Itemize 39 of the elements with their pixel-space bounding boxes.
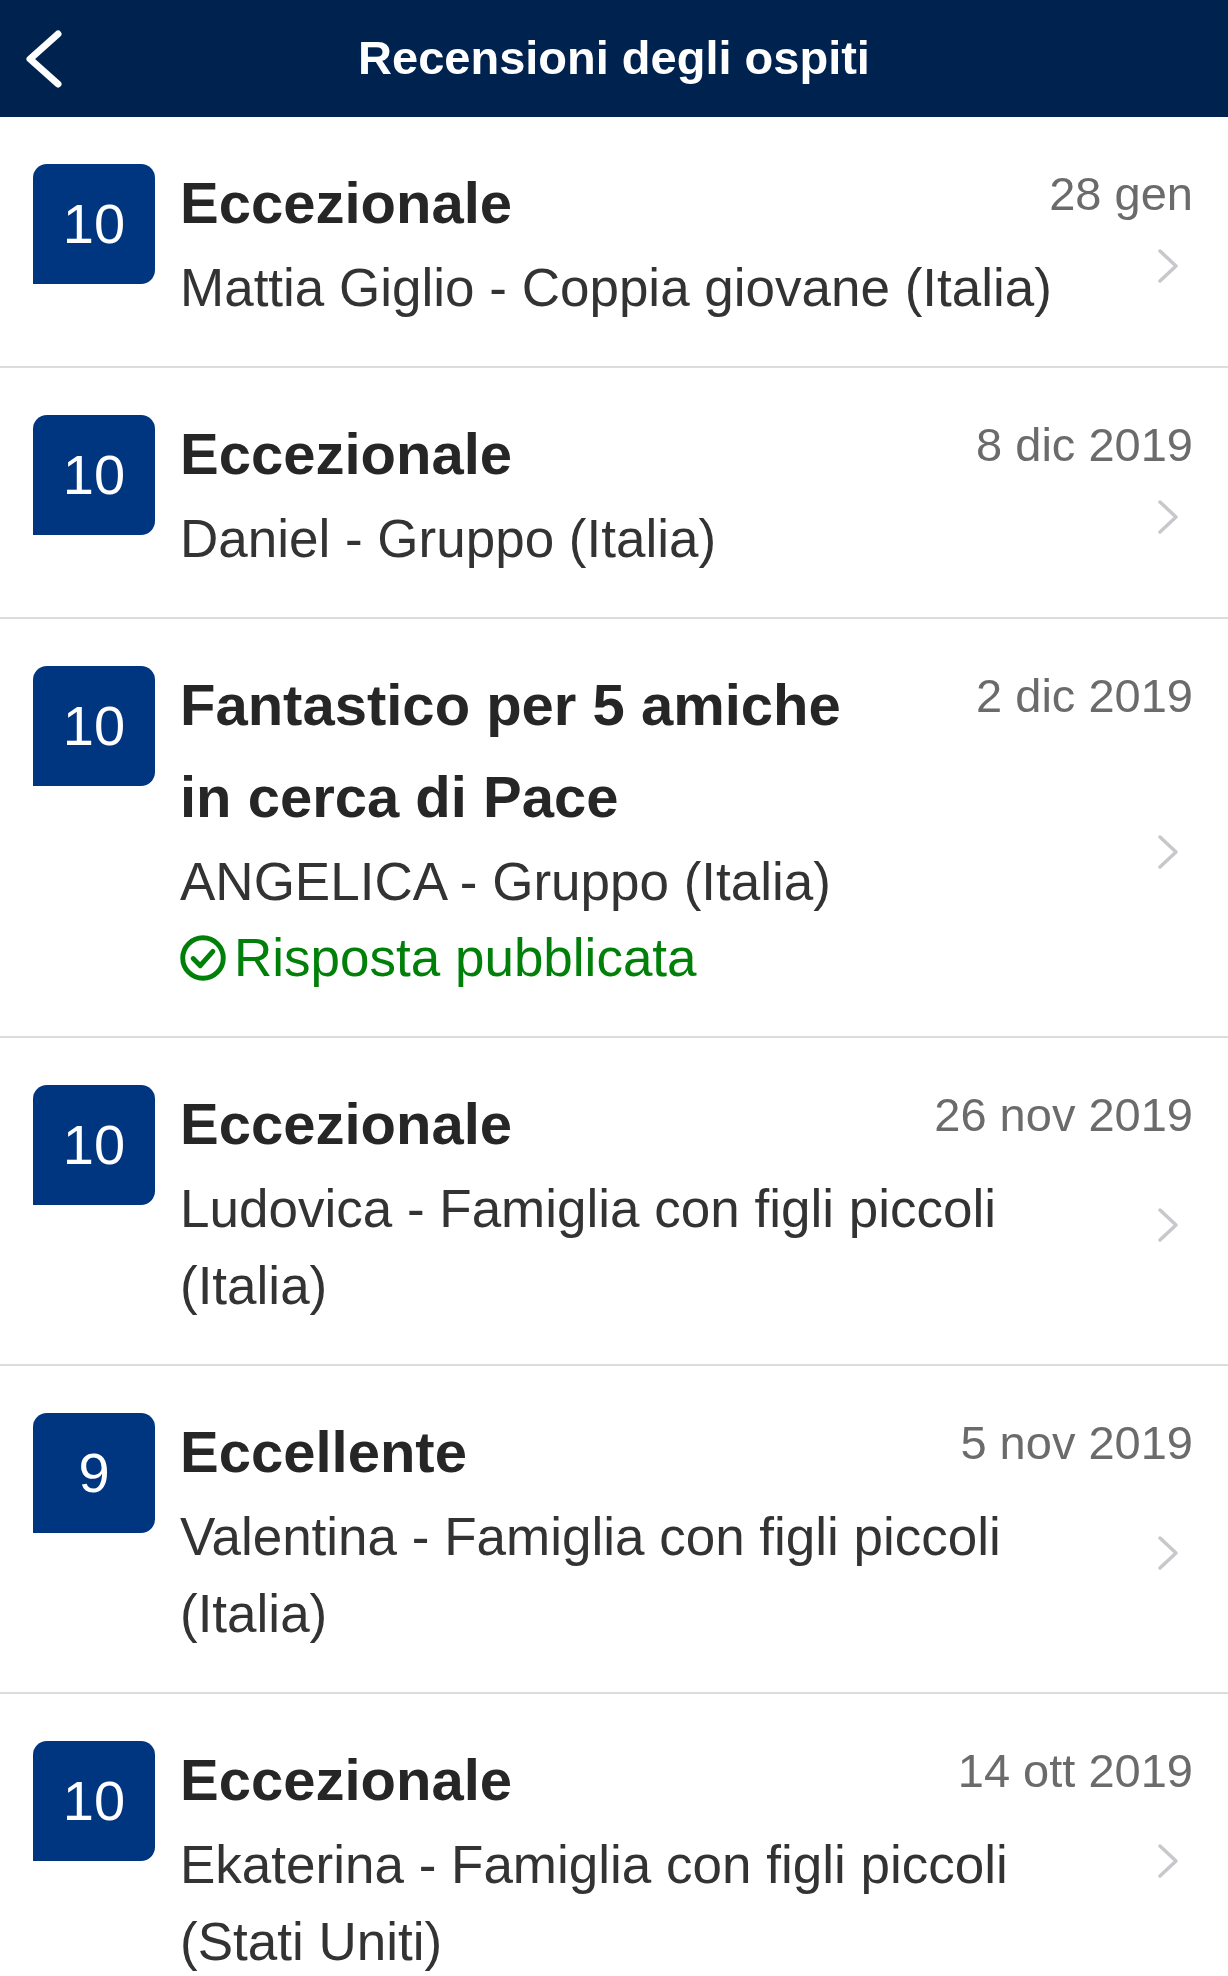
page-title: Recensioni degli ospiti: [357, 30, 871, 87]
reviewer-text: ANGELICA - Gruppo (Italia): [180, 851, 832, 913]
check-circle-icon: [180, 935, 226, 981]
review-row[interactable]: 10 Fantastico per 5 amiche in cerca di Pace 2 dic 2019 ANGELICA - Gruppo (Italia) Risposta pubblicata: [0, 619, 1228, 1038]
chevron-right-icon: [1157, 833, 1179, 870]
review-row[interactable]: 10 Eccezionale 8 dic 2019 Daniel - Gruppo (Italia): [0, 368, 1228, 619]
score-badge: 10: [33, 1741, 155, 1861]
score-badge: 10: [33, 666, 155, 786]
review-date: 28 gen: [1048, 166, 1193, 222]
review-date: 8 dic 2019: [975, 417, 1193, 473]
reviewer-text: Daniel - Gruppo (Italia): [180, 508, 718, 570]
score-badge: 10: [33, 1085, 155, 1205]
chevron-right-icon: [1157, 498, 1179, 535]
reviewer-text: Ludovica - Famiglia con figli piccoli (Italia): [180, 1178, 997, 1317]
review-row[interactable]: 10 Eccezionale 14 ott 2019 Ekaterina - Famiglia con figli piccoli (Stati Uniti): [0, 1694, 1228, 1976]
score-badge: 9: [33, 1413, 155, 1533]
reviewer-text: Mattia Giglio - Coppia giovane (Italia): [180, 257, 1053, 319]
chevron-right-icon: [1157, 1207, 1179, 1243]
reviewer-text: Ekaterina - Famiglia con figli piccoli (Stati Uniti): [180, 1834, 1009, 1973]
score-badge: 10: [33, 164, 155, 284]
review-row[interactable]: 9 Eccellente 5 nov 2019 Valentina - Famiglia con figli piccoli (Italia): [0, 1366, 1228, 1694]
review-title: Eccezionale: [180, 1746, 514, 1814]
chevron-right-icon: [1157, 1535, 1179, 1571]
review-date: 26 nov 2019: [933, 1087, 1193, 1143]
review-row[interactable]: 10 Eccezionale 26 nov 2019 Ludovica - Famiglia con figli piccoli (Italia): [0, 1038, 1228, 1366]
chevron-right-icon: [1157, 1843, 1179, 1879]
review-row[interactable]: 10 Eccezionale 28 gen Mattia Giglio - Coppia giovane (Italia): [0, 117, 1228, 368]
review-date: 2 dic 2019: [975, 668, 1193, 724]
review-date: 5 nov 2019: [959, 1415, 1193, 1471]
chevron-right-icon: [1157, 247, 1179, 284]
review-date: 14 ott 2019: [956, 1743, 1193, 1799]
review-title: Eccezionale: [180, 420, 514, 488]
review-title: Eccezionale: [180, 1090, 514, 1158]
score-badge: 10: [33, 415, 155, 535]
review-title: Fantastico per 5 amiche in cerca di Pace: [180, 671, 842, 831]
reviewer-text: Valentina - Famiglia con figli piccoli (Italia): [180, 1506, 1002, 1645]
review-title: Eccellente: [180, 1418, 468, 1486]
review-title: Eccezionale: [180, 169, 514, 237]
response-status: Risposta pubblicata: [234, 927, 697, 989]
